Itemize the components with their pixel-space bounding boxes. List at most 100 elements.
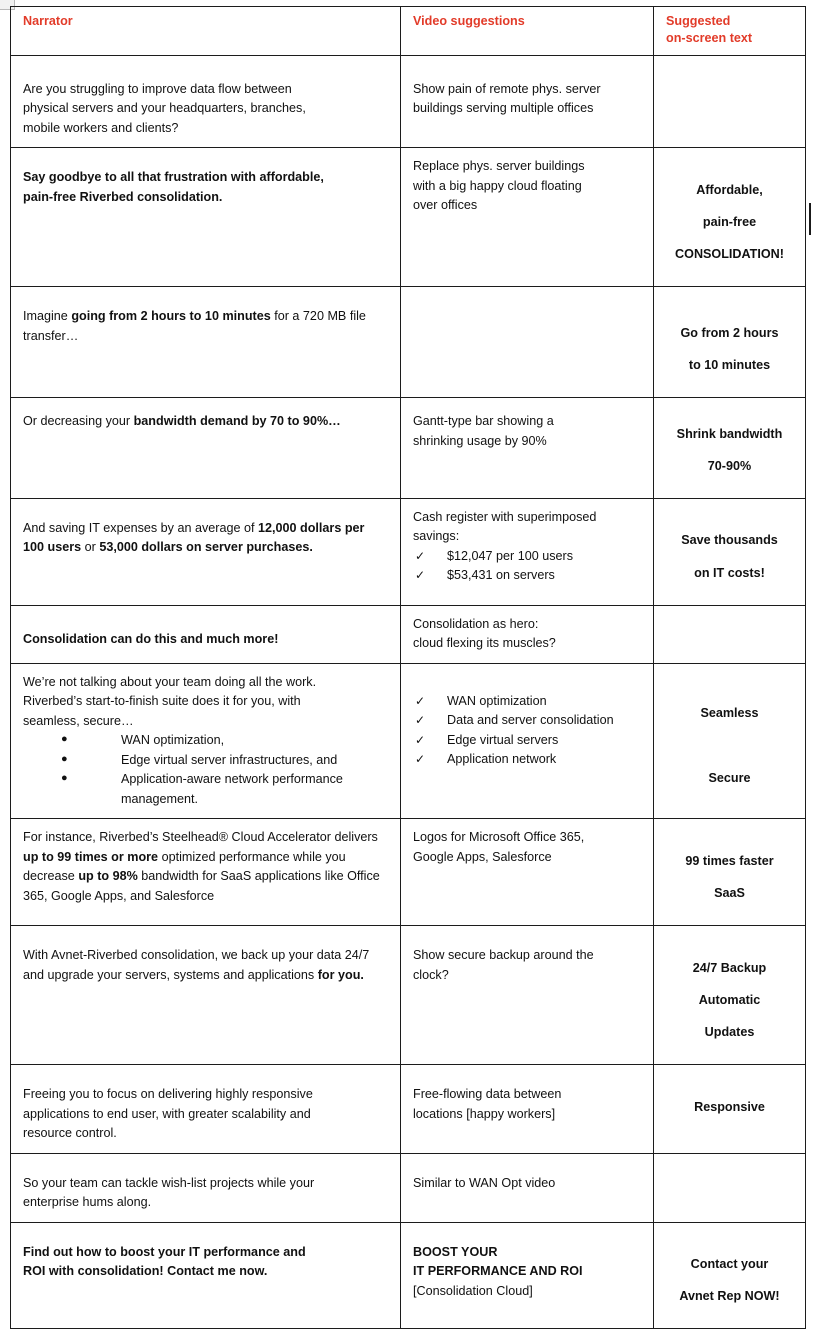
checklist-item-label: WAN optimization xyxy=(447,693,547,708)
narrator-cell: Consolidation can do this and much more! xyxy=(10,604,401,664)
video-suggestion-cell-inner: Show secure backup around the clock? xyxy=(401,926,653,994)
table-body: Narrator Video suggestions Suggested on-… xyxy=(10,6,806,1329)
narrator-cell: Imagine going from 2 hours to 10 minutes… xyxy=(10,286,401,399)
onscreen-text-line: SaaS xyxy=(714,886,745,900)
onscreen-text-line: Seamless xyxy=(700,706,759,721)
body-line: Free-flowing data between xyxy=(413,1087,562,1102)
bullet-dot-icon: ● xyxy=(61,752,68,765)
table-row: Consolidation can do this and much more!… xyxy=(10,604,806,664)
body-line: resource control. xyxy=(23,1126,117,1141)
video-content: Logos for Microsoft Office 365, Google Ap… xyxy=(413,828,641,867)
bullet-list-item: ● Edge virtual server infrastructures, an… xyxy=(23,751,388,771)
onscreen-text-cell-inner: Shrink bandwidth 70-90% xyxy=(654,398,805,498)
checklist: ✓ $12,047 per 100 users ✓ $53,431 on server… xyxy=(413,547,641,586)
onscreen-text-line: Shrink bandwidth xyxy=(676,426,783,441)
emphasis-text: up to 98% xyxy=(78,869,138,884)
narrator-cell-inner: Find out how to boost your IT performanc… xyxy=(11,1223,400,1291)
checklist-item-label: Application network xyxy=(447,752,557,767)
body-text: or xyxy=(81,540,100,555)
onscreen-text-cell xyxy=(653,1152,806,1223)
table-row: Are you struggling to improve data flow … xyxy=(10,54,806,149)
check-icon: ✓ xyxy=(415,548,426,563)
narrator-cell-inner: Freeing you to focus on delivering highl… xyxy=(11,1065,400,1153)
video-content: Show secure backup around the clock? xyxy=(413,946,641,985)
narrator-cell-inner: Say goodbye to all that frustration with… xyxy=(11,148,400,216)
body-line: shrinking usage by 90% xyxy=(413,433,547,448)
onscreen-text-cell: Go from 2 hours to 10 minutes xyxy=(653,286,806,399)
table-row: We’re not talking about your team doing … xyxy=(10,662,806,820)
table-row: Imagine going from 2 hours to 10 minutes… xyxy=(10,286,806,399)
video-suggestion-cell: Logos for Microsoft Office 365, Google Ap… xyxy=(400,818,654,927)
body-line: Gantt-type bar showing a xyxy=(413,414,554,429)
body-line: locations [happy workers] xyxy=(413,1106,556,1121)
header-label-onscreen-line1: Suggested xyxy=(666,14,731,28)
onscreen-text-line: Save thousands xyxy=(681,533,778,548)
onscreen-text-cell-inner: Responsive xyxy=(654,1065,805,1139)
onscreen-text-line: on IT costs! xyxy=(694,565,765,580)
emphasis-line: BOOST YOUR xyxy=(413,1244,498,1259)
check-icon: ✓ xyxy=(415,693,426,708)
video-content: BOOST YOUR IT PERFORMANCE AND ROI [Consoli… xyxy=(413,1243,641,1302)
narrator-cell: For instance, Riverbed’s Steelhead® Clou… xyxy=(10,818,401,927)
onscreen-text-line: to 10 minutes xyxy=(688,357,771,372)
onscreen-text-line: Avnet Rep NOW! xyxy=(679,1289,780,1304)
emphasis-line: ROI with consolidation! Contact me now. xyxy=(23,1264,268,1279)
checklist: ✓ WAN optimization ✓ Data and server consol… xyxy=(413,692,641,770)
narrator-content: Freeing you to focus on delivering highl… xyxy=(23,1085,388,1144)
video-suggestion-cell-inner: Replace phys. server buildings with a big… xyxy=(401,148,653,225)
paragraph: And saving IT expenses by an average of … xyxy=(23,519,388,558)
bullet-dot-icon: ● xyxy=(61,772,68,785)
onscreen-text-cell: Seamless Secure xyxy=(653,662,806,820)
narrator-content: Say goodbye to all that frustration with… xyxy=(23,168,388,207)
video-content: Gantt-type bar showing a shrinking usage … xyxy=(413,412,641,451)
narrator-content: With Avnet-Riverbed consolidation, we ba… xyxy=(23,946,388,985)
table-row: So your team can tackle wish-list projec… xyxy=(10,1152,806,1223)
body-line: cloud flexing its muscles? xyxy=(413,636,556,651)
body-line: applications to end user, with greater s… xyxy=(23,1106,311,1121)
video-suggestion-cell-inner: Free-flowing data between locations [happ… xyxy=(401,1065,653,1133)
emphasis-text: up to 99 times or more xyxy=(23,849,159,864)
table-row: And saving IT expenses by an average of … xyxy=(10,497,806,606)
body-line: [Consolidation Cloud] xyxy=(413,1283,533,1298)
video-content: ✓ WAN optimization ✓ Data and server consol… xyxy=(413,692,641,770)
header-cell-video: Video suggestions xyxy=(400,6,654,56)
video-content: Cash register with superimposed savings: ✓… xyxy=(413,508,641,586)
narrator-cell-inner: So your team can tackle wish-list projec… xyxy=(11,1154,400,1222)
paragraph: For instance, Riverbed’s Steelhead® Clou… xyxy=(23,828,388,906)
onscreen-text-line xyxy=(666,736,793,756)
body-line: Replace phys. server buildings xyxy=(413,159,585,174)
onscreen-text-cell-inner xyxy=(654,1154,805,1172)
body-line: physical servers and your headquarters, … xyxy=(23,101,306,116)
check-icon: ✓ xyxy=(415,752,426,767)
narrator-cell: And saving IT expenses by an average of … xyxy=(10,497,401,606)
narrator-cell: Or decreasing your bandwidth demand by 7… xyxy=(10,397,401,499)
bullet-list-item-label: WAN optimization, xyxy=(121,733,225,748)
onscreen-text-cell-inner: Seamless Secure xyxy=(654,664,805,810)
emphasis-text: for you. xyxy=(317,967,364,982)
checklist-item-label: $53,431 on servers xyxy=(447,568,555,583)
narrator-cell: With Avnet-Riverbed consolidation, we ba… xyxy=(10,925,401,1066)
table-row: Say goodbye to all that frustration with… xyxy=(10,147,806,288)
body-line: with a big happy cloud floating xyxy=(413,178,582,193)
body-text: For instance, Riverbed’s Steelhead® Clou… xyxy=(23,830,378,845)
paragraph: Imagine going from 2 hours to 10 minutes… xyxy=(23,307,388,346)
video-script-table: Narrator Video suggestions Suggested on-… xyxy=(10,6,806,1329)
emphasis-text: bandwidth demand by 70 to 90%… xyxy=(133,414,341,429)
table-row: With Avnet-Riverbed consolidation, we ba… xyxy=(10,925,806,1066)
narrator-cell: Are you struggling to improve data flow … xyxy=(10,54,401,149)
emphasis-line: Find out how to boost your IT performanc… xyxy=(23,1244,306,1259)
body-line: clock? xyxy=(413,967,449,982)
header-label-onscreen-line2: on-screen text xyxy=(666,31,753,46)
bullet-list-item: ● Application-aware network performance m… xyxy=(23,770,388,809)
narrator-content: Are you struggling to improve data flow … xyxy=(23,80,388,139)
body-line: Consolidation as hero: xyxy=(413,616,539,631)
emphasis-text: 53,000 dollars on server purchases. xyxy=(99,540,313,555)
body-line: Similar to WAN Opt video xyxy=(413,1175,556,1190)
onscreen-text-line: Affordable, xyxy=(696,182,763,197)
document-page: Narrator Video suggestions Suggested on-… xyxy=(0,0,813,1329)
video-suggestion-cell: Replace phys. server buildings with a big… xyxy=(400,147,654,288)
onscreen-text-cell-inner: Affordable, pain-free CONSOLIDATION! xyxy=(654,148,805,286)
video-suggestion-cell-inner: Consolidation as hero: cloud flexing its … xyxy=(401,606,653,663)
video-suggestion-cell: Similar to WAN Opt video xyxy=(400,1152,654,1223)
body-line: seamless, secure… xyxy=(23,713,134,728)
